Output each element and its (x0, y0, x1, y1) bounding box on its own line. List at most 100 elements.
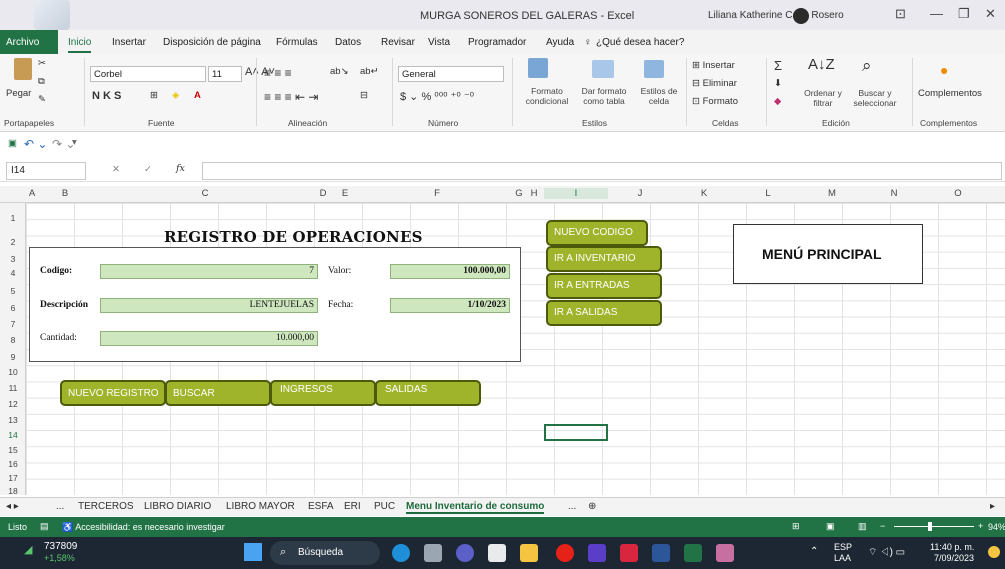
zoom-out-icon[interactable]: − (880, 521, 885, 531)
tab-vista[interactable]: Vista (428, 37, 450, 48)
bing-icon[interactable] (392, 544, 410, 562)
conditional-format-icon[interactable] (528, 58, 548, 78)
nuevo-registro-button[interactable]: NUEVO REGISTRO (60, 380, 166, 406)
row-header[interactable]: 14 (0, 430, 26, 440)
sheet-tab-libro-mayor[interactable]: LIBRO MAYOR (226, 501, 295, 512)
column-header-o[interactable]: O (926, 188, 990, 199)
buscar-button[interactable]: BUSCAR (165, 380, 271, 406)
fill-icon[interactable]: ⬇ (774, 78, 782, 89)
clock-date[interactable]: 7/09/2023 (934, 553, 974, 563)
ir-salidas-button[interactable]: IR A SALIDAS (546, 300, 662, 326)
row-header[interactable]: 6 (0, 303, 26, 313)
cell-styles-button[interactable]: Estilos de celda (636, 86, 682, 106)
paste-icon[interactable] (14, 58, 32, 80)
format-as-table-icon[interactable] (592, 60, 614, 78)
sheet-tab-libro-diario[interactable]: LIBRO DIARIO (144, 501, 211, 512)
sheet-tab-puc[interactable]: PUC (374, 501, 395, 512)
excel-icon[interactable] (684, 544, 702, 562)
stock-value[interactable]: 737809 (44, 541, 77, 552)
more-sheets-left[interactable]: ... (56, 501, 64, 512)
search-box[interactable]: ⌕ Búsqueda (270, 541, 380, 565)
formula-input[interactable] (202, 162, 1002, 180)
zoom-thumb[interactable] (928, 522, 932, 531)
sort-filter-button[interactable]: Ordenar y filtrar (800, 88, 846, 108)
minimize-icon[interactable]: — (930, 6, 943, 21)
column-header-k[interactable]: K (672, 188, 736, 199)
addins-button[interactable]: Complementos (918, 88, 982, 99)
delete-cells-button[interactable]: ⊟ Eliminar (692, 78, 737, 89)
zoom-in-icon[interactable]: + (978, 521, 983, 531)
orientation-icon[interactable]: ab↘ (330, 66, 349, 77)
horizontal-align-icon[interactable]: ≡ ≡ ≡ ⇤ ⇥ (264, 90, 318, 104)
tab-revisar[interactable]: Revisar (381, 37, 415, 48)
user-name[interactable]: Liliana Katherine Caez Rosero (708, 10, 844, 21)
column-header-e[interactable]: E (330, 188, 360, 199)
opera-icon[interactable] (556, 544, 574, 562)
addins-icon[interactable]: ● (940, 62, 948, 78)
font-name-select[interactable]: Corbel (90, 66, 206, 82)
tab-archivo[interactable]: Archivo (0, 30, 58, 54)
menu-principal-box[interactable]: MENÚ PRINCIPAL (733, 224, 923, 284)
restore-icon[interactable]: ❐ (958, 6, 970, 22)
cell-styles-icon[interactable] (644, 60, 664, 78)
pocket-icon[interactable] (620, 544, 638, 562)
network-volume-battery-icon[interactable]: ⌔ ◁) ▭ (868, 546, 905, 559)
column-header-b[interactable]: B (40, 188, 90, 199)
row-header[interactable]: 12 (0, 399, 26, 409)
borders-icon[interactable]: ⊞ (150, 90, 158, 101)
sort-filter-icon[interactable]: A↓Z (808, 56, 835, 73)
add-sheet-icon[interactable]: ⊕ (588, 501, 596, 512)
row-header[interactable]: 17 (0, 473, 26, 483)
language-code[interactable]: ESP (834, 542, 852, 552)
tell-me-input[interactable]: ¿Qué desea hacer? (596, 37, 684, 48)
scroll-right-icon[interactable]: ▸ (990, 501, 995, 512)
ribbon-display-icon[interactable]: ⊡ (895, 6, 906, 22)
column-header-h[interactable]: H (526, 188, 542, 199)
column-header-f[interactable]: F (362, 188, 512, 199)
zoom-level[interactable]: 94% (988, 522, 1005, 532)
app-icon[interactable] (588, 544, 606, 562)
column-header-c[interactable]: C (90, 188, 320, 199)
zoom-slider[interactable] (894, 526, 974, 527)
teams-icon[interactable] (456, 544, 474, 562)
column-header-j[interactable]: J (608, 188, 672, 199)
tab-formulas[interactable]: Fórmulas (276, 37, 318, 48)
row-header[interactable]: 11 (0, 383, 26, 393)
file-explorer-icon[interactable] (520, 544, 538, 562)
name-box[interactable]: I14 (6, 162, 86, 180)
tab-insertar[interactable]: Insertar (112, 37, 146, 48)
selected-cell[interactable] (544, 424, 608, 441)
app-icon[interactable] (716, 544, 734, 562)
tab-datos[interactable]: Datos (335, 37, 361, 48)
valor-cell[interactable]: 100.000,00 (390, 264, 510, 279)
accessibility-status[interactable]: ♿ Accesibilidad: es necesario investigar (62, 522, 225, 533)
tray-chevron-icon[interactable]: ⌃ (810, 546, 818, 557)
conditional-format-button[interactable]: Formato condicional (522, 86, 572, 106)
enter-icon[interactable]: ✓ (144, 164, 152, 175)
fecha-cell[interactable]: 1/10/2023 (390, 298, 510, 313)
save-icon[interactable]: ▣ (8, 138, 17, 149)
find-select-button[interactable]: Buscar y seleccionar (846, 88, 904, 108)
find-icon[interactable]: ⌕ (862, 56, 872, 76)
font-size-select[interactable]: 11 (208, 66, 242, 82)
format-as-table-button[interactable]: Dar formato como tabla (574, 86, 634, 106)
macro-icon[interactable]: ▤ (40, 521, 49, 532)
notification-icon[interactable] (988, 546, 1000, 558)
word-icon[interactable] (652, 544, 670, 562)
sheet-tab-esfa[interactable]: ESFA (308, 501, 334, 512)
column-header-a[interactable]: A (26, 188, 38, 199)
cantidad-cell[interactable]: 10.000,00 (100, 331, 318, 346)
format-painter-icon[interactable]: ✎ (38, 94, 46, 105)
descripcion-cell[interactable]: LENTEJUELAS (100, 298, 318, 313)
column-header-d[interactable]: D (316, 188, 330, 199)
row-header[interactable]: 9 (0, 352, 26, 362)
sheet-tab-terceros[interactable]: TERCEROS (78, 501, 134, 512)
start-icon[interactable] (244, 543, 262, 561)
clear-icon[interactable]: ◆ (774, 96, 781, 107)
autosum-icon[interactable]: Σ (774, 58, 782, 73)
number-format-select[interactable]: General (398, 66, 504, 82)
tab-programador[interactable]: Programador (468, 37, 526, 48)
row-header[interactable]: 1 (0, 213, 26, 223)
page-break-icon[interactable]: ▥ (858, 521, 867, 532)
undo-icon[interactable]: ↶ ⌄ (24, 137, 47, 151)
